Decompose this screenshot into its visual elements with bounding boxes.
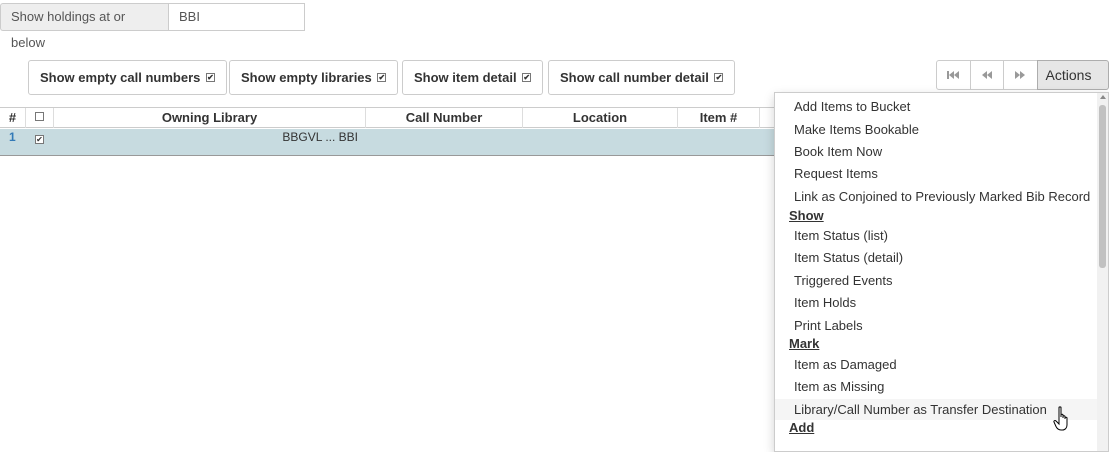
column-owning-library[interactable]: Owning Library xyxy=(53,108,365,128)
menu-item-link-as-conjoined[interactable]: Link as Conjoined to Previously Marked B… xyxy=(775,186,1097,207)
row-checkbox[interactable]: ✔ xyxy=(35,132,44,148)
toggle-label: Show call number detail xyxy=(560,70,709,85)
menu-item-item-as-damaged[interactable]: Item as Damaged xyxy=(775,354,1097,375)
actions-label: Actions xyxy=(1045,67,1092,83)
column-select-all xyxy=(25,108,53,128)
next-page-button[interactable] xyxy=(1003,60,1038,90)
menu-header-show: Show xyxy=(789,208,824,223)
holdings-filter: Show holdings at or below BBI xyxy=(0,3,305,50)
column-index: # xyxy=(8,110,17,125)
show-empty-call-numbers-toggle[interactable]: Show empty call numbers ✔ xyxy=(28,60,227,95)
menu-item-add-items-to-bucket[interactable]: Add Items to Bucket xyxy=(775,96,1097,117)
toggle-label: Show empty libraries xyxy=(241,70,372,85)
row-owning-library: BBGVL ... BBI xyxy=(282,130,358,144)
previous-page-icon xyxy=(981,71,992,79)
toggle-label: Show item detail xyxy=(414,70,517,85)
checkbox[interactable]: ✔ xyxy=(522,73,532,82)
show-empty-libraries-toggle[interactable]: Show empty libraries ✔ xyxy=(229,60,399,95)
holdings-label: Show holdings at or below xyxy=(0,3,168,50)
toggle-label: Show empty call numbers xyxy=(40,70,201,85)
hand-pointer-icon xyxy=(1053,406,1068,431)
next-page-icon xyxy=(1015,71,1026,79)
scrollbar-thumb[interactable] xyxy=(1099,105,1106,268)
menu-header-add: Add xyxy=(789,420,815,435)
row-index: 1 xyxy=(9,130,16,144)
actions-button[interactable]: Actions xyxy=(1036,60,1109,106)
checkbox[interactable]: ✔ xyxy=(35,135,44,144)
previous-page-button[interactable] xyxy=(969,60,1005,90)
menu-item-item-status-detail[interactable]: Item Status (detail) xyxy=(775,247,1097,268)
menu-header-mark: Mark xyxy=(789,336,820,351)
menu-item-item-holds[interactable]: Item Holds xyxy=(775,292,1097,313)
actions-menu: Add Items to Bucket Make Items Bookable … xyxy=(774,92,1109,452)
select-all-checkbox[interactable] xyxy=(35,112,44,121)
menu-item-make-items-bookable[interactable]: Make Items Bookable xyxy=(775,119,1097,140)
column-more xyxy=(759,108,774,128)
column-item-number[interactable]: Item # xyxy=(677,108,759,128)
menu-item-item-as-missing[interactable]: Item as Missing xyxy=(775,376,1097,397)
holdings-input[interactable]: BBI xyxy=(168,3,305,31)
menu-item-triggered-events[interactable]: Triggered Events xyxy=(775,270,1097,291)
menu-item-print-labels[interactable]: Print Labels xyxy=(775,315,1097,336)
show-item-detail-toggle[interactable]: Show item detail ✔ xyxy=(402,60,544,95)
menu-item-item-status-list[interactable]: Item Status (list) xyxy=(775,225,1097,246)
first-page-icon xyxy=(947,71,960,79)
pager: Actions xyxy=(936,60,1109,106)
column-location[interactable]: Location xyxy=(522,108,677,128)
scroll-up-icon[interactable] xyxy=(1100,95,1106,99)
menu-scrollbar[interactable] xyxy=(1097,93,1108,451)
menu-item-book-item-now[interactable]: Book Item Now xyxy=(775,141,1097,162)
checkbox[interactable]: ✔ xyxy=(714,73,724,82)
menu-item-transfer-destination[interactable]: Library/Call Number as Transfer Destinat… xyxy=(775,399,1097,420)
column-call-number[interactable]: Call Number xyxy=(365,108,522,128)
checkbox[interactable]: ✔ xyxy=(206,73,215,82)
first-page-button[interactable] xyxy=(936,60,971,90)
show-call-number-detail-toggle[interactable]: Show call number detail ✔ xyxy=(548,60,736,95)
menu-item-request-items[interactable]: Request Items xyxy=(775,163,1097,184)
checkbox[interactable]: ✔ xyxy=(377,73,387,82)
